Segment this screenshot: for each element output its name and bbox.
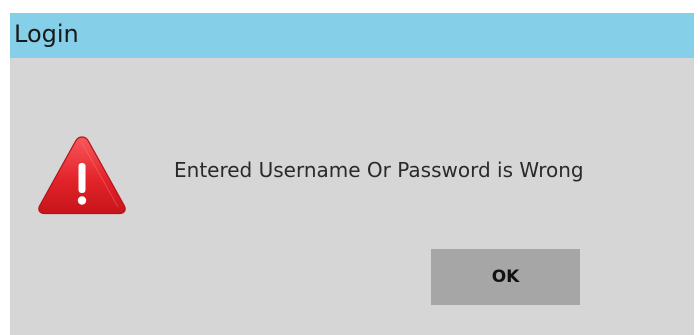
warning-triangle-icon xyxy=(36,133,128,217)
error-message: Entered Username Or Password is Wrong xyxy=(174,158,584,182)
login-error-dialog: Login Entered Username Or Password is Wr… xyxy=(10,13,694,335)
ok-button[interactable]: OK xyxy=(431,249,580,305)
dialog-titlebar[interactable]: Login xyxy=(10,13,694,58)
dialog-title: Login xyxy=(14,20,79,48)
